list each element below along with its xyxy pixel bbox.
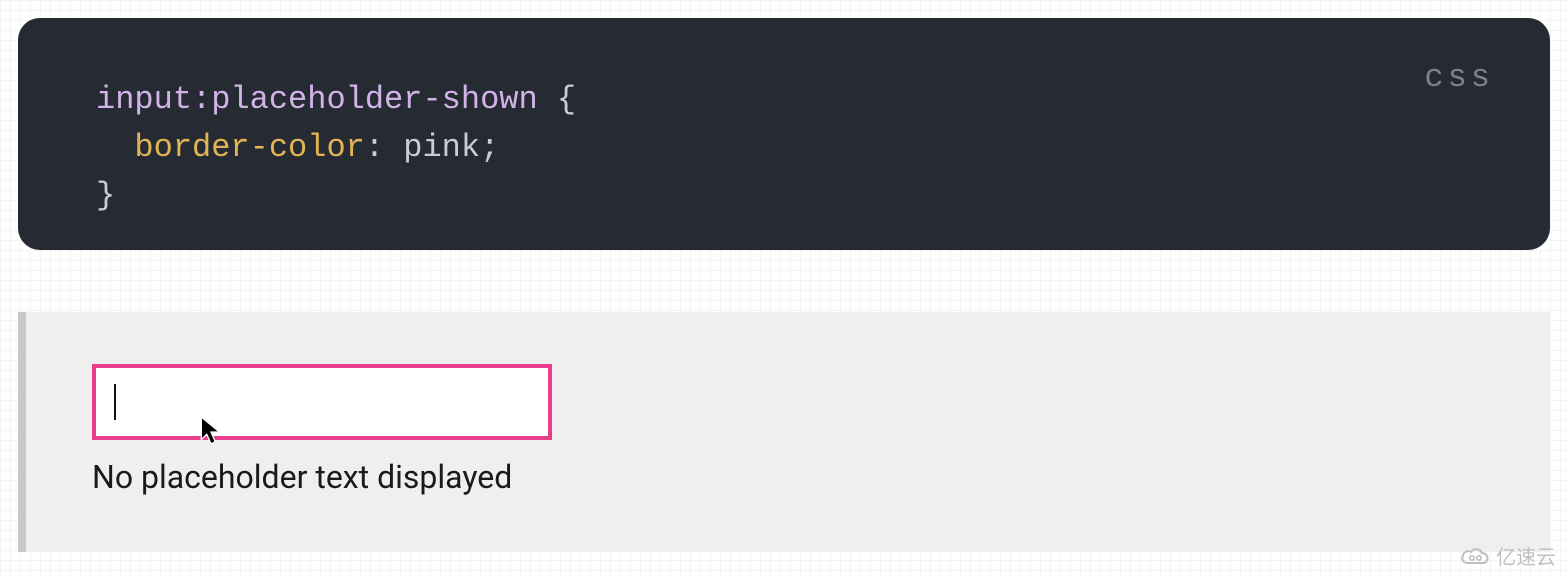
- code-close-brace: }: [96, 177, 115, 214]
- code-line-2: border-color: pink;: [96, 124, 1472, 172]
- watermark-text: 亿速云: [1496, 541, 1556, 570]
- code-value: pink: [403, 129, 480, 166]
- code-language-label: css: [1424, 54, 1494, 102]
- code-open-brace: {: [538, 81, 576, 118]
- code-selector: input:placeholder-shown: [96, 81, 538, 118]
- cloud-icon: [1460, 545, 1490, 567]
- demo-caption: No placeholder text displayed: [92, 458, 1484, 496]
- code-line-3: }: [96, 172, 1472, 220]
- code-indent: [96, 129, 134, 166]
- code-colon: :: [365, 129, 403, 166]
- watermark: 亿速云: [1460, 541, 1556, 570]
- demo-block: No placeholder text displayed: [18, 312, 1550, 552]
- code-semicolon: ;: [480, 129, 499, 166]
- text-caret: [114, 384, 116, 420]
- demo-input[interactable]: [92, 364, 552, 440]
- code-property: border-color: [134, 129, 364, 166]
- code-block: css input:placeholder-shown { border-col…: [18, 18, 1550, 250]
- code-line-1: input:placeholder-shown {: [96, 76, 1472, 124]
